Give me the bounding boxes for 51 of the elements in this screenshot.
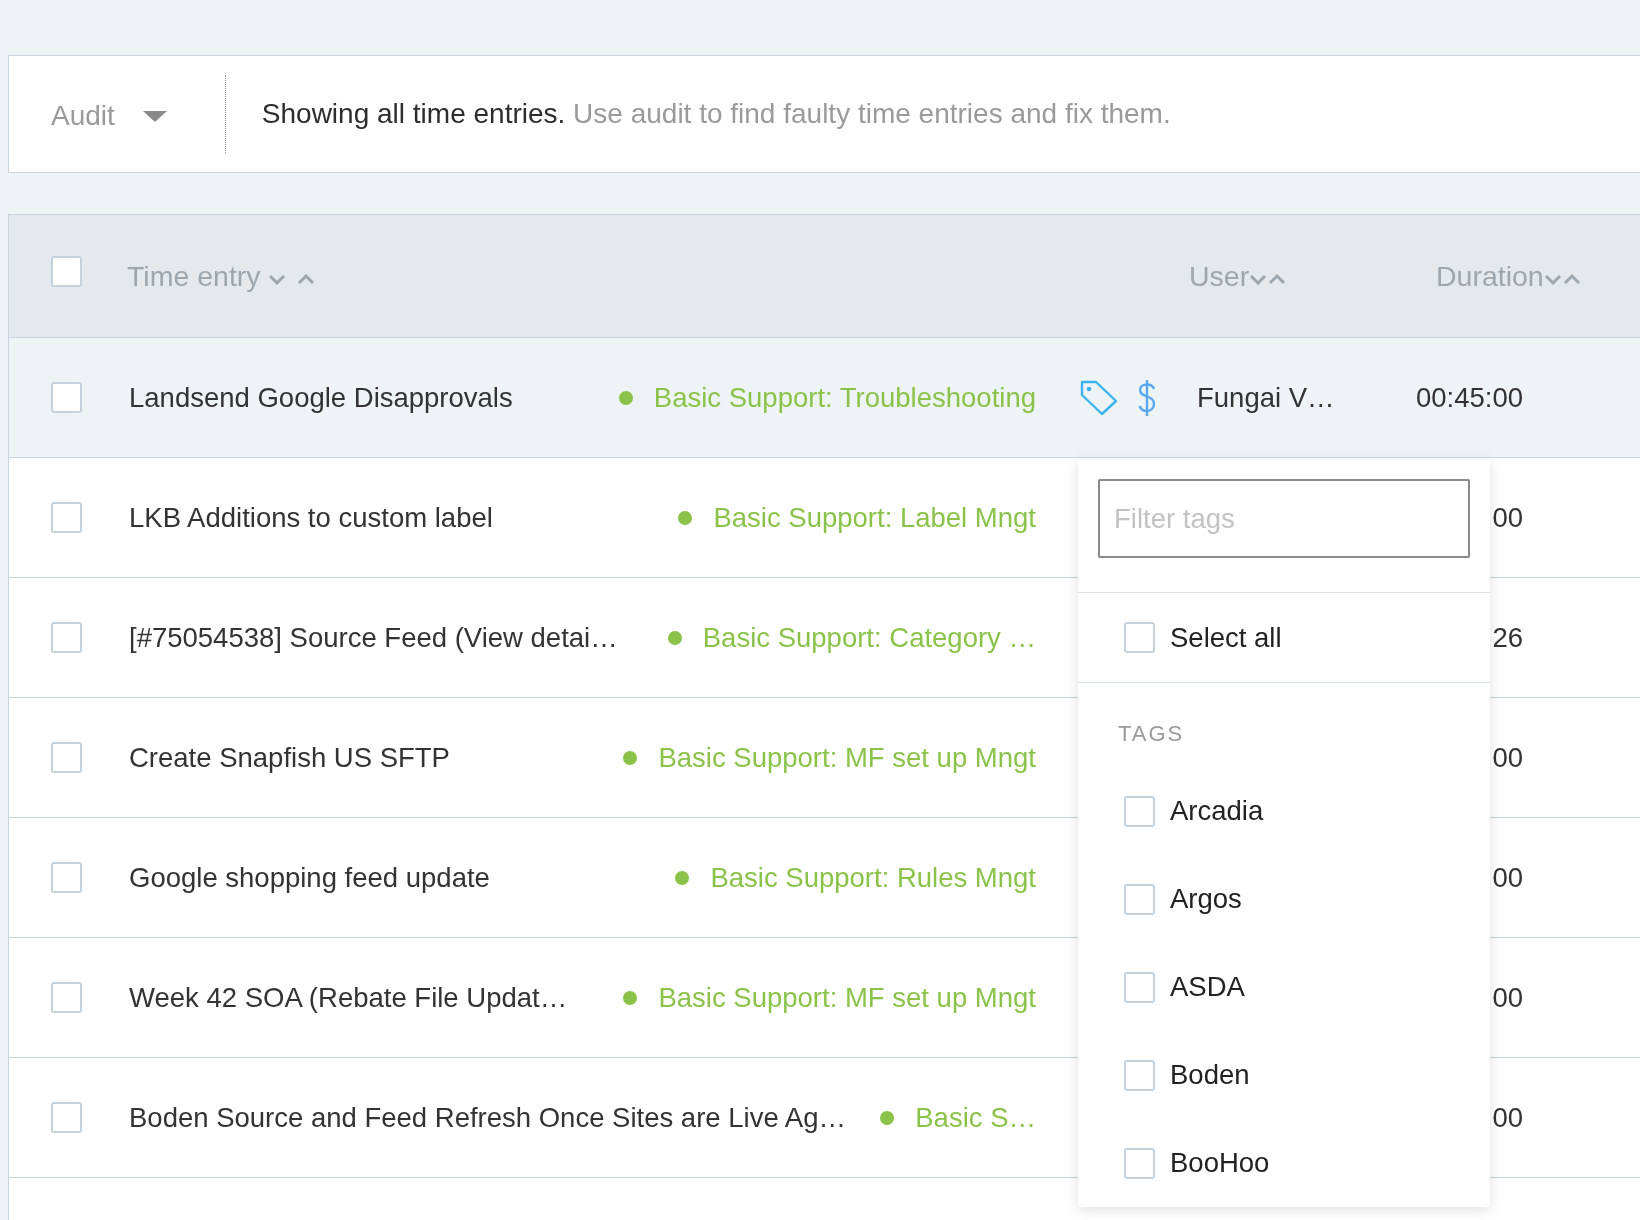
entry-title: Google shopping feed update: [129, 861, 490, 894]
row-checkbox[interactable]: [51, 742, 82, 773]
project-dot-icon: [675, 870, 690, 885]
project-dot-icon: [623, 750, 638, 765]
section-heading: TAGS: [1118, 721, 1185, 747]
tag-checkbox[interactable]: [1124, 1147, 1155, 1179]
entry-title: Landsend Google Disapprovals: [129, 381, 513, 414]
duration-text: 00:45:00: [1415, 381, 1523, 413]
tag-checkbox[interactable]: [1124, 1059, 1155, 1091]
duration-text: 00: [1492, 501, 1523, 533]
tag-checkbox[interactable]: [1124, 971, 1155, 1003]
duration-text: 00: [1492, 861, 1523, 893]
sort-icon[interactable]: [268, 273, 315, 285]
filter-input[interactable]: Filter tags: [1098, 479, 1470, 558]
row-checkbox[interactable]: [51, 862, 82, 893]
tag-label[interactable]: Boden: [1170, 1059, 1250, 1091]
project-dot-icon: [678, 510, 693, 525]
tag-label[interactable]: BooHoo: [1170, 1147, 1270, 1179]
tag-label[interactable]: Argos: [1170, 883, 1242, 915]
entry-title: [#75054538] Source Feed (View detai…: [129, 621, 618, 654]
entry-title: Week 42 SOA (Rebate File Updat…: [129, 981, 568, 1014]
tag-icon[interactable]: [1080, 379, 1118, 416]
select-all-checkbox[interactable]: [1124, 622, 1155, 653]
select-all-label[interactable]: Select all: [1170, 621, 1282, 654]
row-checkbox[interactable]: [51, 622, 82, 653]
project-dot-icon: [618, 390, 633, 405]
tag-label[interactable]: ASDA: [1170, 971, 1245, 1003]
row-checkbox[interactable]: [51, 1102, 82, 1133]
user-name: Fungai V…: [1197, 381, 1335, 413]
project-dot-icon: [623, 990, 638, 1005]
sort-icon[interactable]: [1250, 273, 1287, 285]
entry-title: Boden Source and Feed Refresh Once Sites are Live Ag…: [129, 1101, 846, 1134]
row-checkbox[interactable]: [51, 502, 82, 533]
project-dot-icon: [667, 630, 682, 645]
dollar-icon[interactable]: [1136, 377, 1158, 418]
table-row[interactable]: Landsend Google Disapprovals Basic Support: Troubleshooting Fungai V… 00:45:00: [9, 338, 1640, 458]
entry-title: LKB Additions to custom label: [129, 501, 493, 534]
project-dot-icon: [880, 1110, 895, 1125]
duration-text: 26: [1492, 621, 1523, 653]
tag-checkbox[interactable]: [1124, 795, 1155, 827]
entry-title: Create Snapfish US SFTP: [129, 741, 450, 774]
duration-text: 00: [1492, 741, 1523, 773]
duration-text: 00: [1492, 1101, 1523, 1133]
select-all-checkbox[interactable]: [51, 255, 82, 287]
row-checkbox[interactable]: [51, 382, 82, 413]
duration-text: 00: [1492, 981, 1523, 1013]
sort-icon[interactable]: [1544, 273, 1581, 285]
filter-message: Showing all time entries. Use audit to find faulty time entries and fix them.: [261, 98, 1171, 130]
caret-icon: [142, 110, 167, 122]
row-checkbox[interactable]: [51, 982, 82, 1013]
tag-checkbox[interactable]: [1124, 883, 1155, 915]
